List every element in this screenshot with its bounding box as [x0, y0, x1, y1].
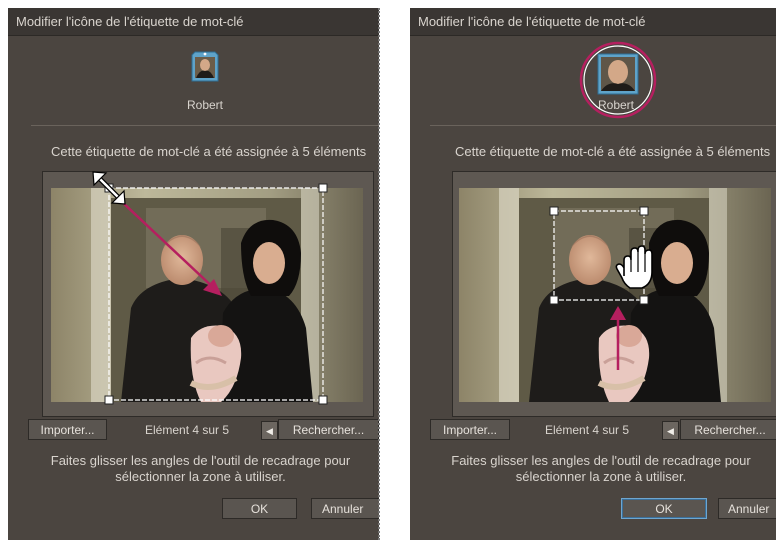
- prev-arrow-icon[interactable]: ◀: [662, 421, 679, 440]
- crop-overlay[interactable]: [8, 168, 379, 428]
- tag-photo-icon: [191, 51, 219, 82]
- hand-cursor-icon: [615, 245, 653, 289]
- instructions-line2: sélectionner la zone à utiliser.: [515, 469, 687, 484]
- search-button[interactable]: Rechercher...: [278, 419, 379, 440]
- crop-dialog-right: Modifier l'icône de l'étiquette de mot-c…: [410, 8, 776, 540]
- divider: [430, 125, 776, 126]
- instructions-line2: sélectionner la zone à utiliser.: [115, 469, 286, 484]
- crop-handle[interactable]: [549, 295, 559, 305]
- assigned-count-text: Cette étiquette de mot-clé a été assigné…: [51, 144, 367, 159]
- import-button[interactable]: Importer...: [430, 419, 510, 440]
- crop-handle[interactable]: [549, 206, 559, 216]
- crop-overlay[interactable]: [410, 168, 776, 428]
- tag-name: Robert: [186, 98, 224, 112]
- instructions-line1: Faites glisser les angles de l'outil de …: [451, 453, 751, 468]
- instructions: Faites glisser les angles de l'outil de …: [8, 453, 379, 485]
- dialog-title: Modifier l'icône de l'étiquette de mot-c…: [8, 8, 379, 36]
- cancel-button[interactable]: Annuler: [718, 498, 776, 519]
- divider: [31, 125, 379, 126]
- arrow-annotation: [120, 200, 219, 293]
- crop-handle[interactable]: [318, 395, 328, 405]
- instructions-line1: Faites glisser les angles de l'outil de …: [50, 453, 351, 468]
- crop-handle[interactable]: [639, 206, 649, 216]
- search-button[interactable]: Rechercher...: [680, 419, 776, 440]
- ok-button[interactable]: OK: [222, 498, 297, 519]
- ok-button[interactable]: OK: [621, 498, 707, 519]
- item-counter: Elément 4 sur 5: [545, 423, 630, 437]
- crop-handle[interactable]: [104, 395, 114, 405]
- instructions: Faites glisser les angles de l'outil de …: [410, 453, 776, 485]
- crop-dialog-left: Modifier l'icône de l'étiquette de mot-c…: [8, 8, 379, 540]
- cancel-button[interactable]: Annuler: [311, 498, 379, 519]
- crop-handle[interactable]: [639, 295, 649, 305]
- dialog-title: Modifier l'icône de l'étiquette de mot-c…: [410, 8, 776, 36]
- highlight-circle-annotation: [579, 41, 657, 119]
- prev-arrow-icon[interactable]: ◀: [261, 421, 278, 440]
- import-button[interactable]: Importer...: [28, 419, 107, 440]
- crop-handle[interactable]: [318, 183, 328, 193]
- crop-edge: [378, 8, 380, 540]
- item-counter: Elément 4 sur 5: [145, 423, 230, 437]
- assigned-count-text: Cette étiquette de mot-clé a été assigné…: [455, 144, 771, 159]
